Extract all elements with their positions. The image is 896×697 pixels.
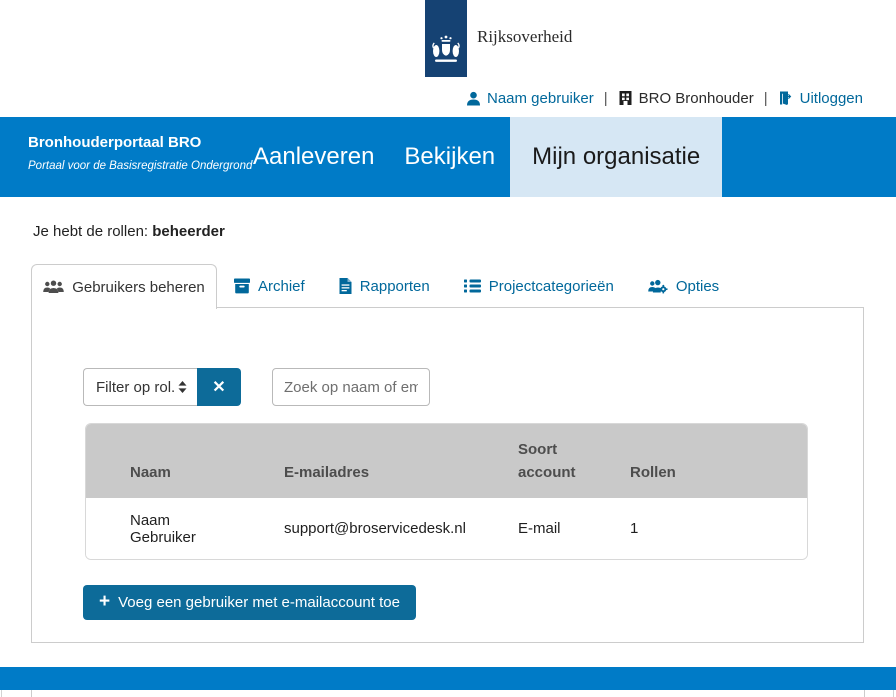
roles-value: beheerder: [152, 223, 225, 240]
tab-rapporten[interactable]: Rapporten: [337, 264, 432, 308]
organisation-indicator: BRO Bronhouder: [618, 90, 754, 107]
archive-icon: [234, 278, 250, 294]
tab-label: Opties: [676, 278, 719, 295]
role-filter-label: Filter op rol.: [96, 379, 175, 396]
separator: |: [761, 90, 771, 107]
primary-navbar: Bronhouderportaal BRO Portaal voor de Ba…: [0, 117, 896, 197]
tab-label: Projectcategorieën: [489, 278, 614, 295]
cell-soort-account: E-mail: [470, 520, 583, 537]
cell-naam: Naam Gebruiker: [86, 512, 236, 546]
site-header: Rijksoverheid Naam gebruiker | B: [0, 0, 896, 117]
footer-bar: [0, 667, 896, 690]
column-header-soort-account: Soort account: [470, 424, 583, 498]
tab-gebruikers-beheren[interactable]: Gebruikers beheren: [31, 264, 217, 309]
primary-nav-items: Aanleveren Bekijken Mijn organisatie: [238, 117, 722, 197]
tab-archief[interactable]: Archief: [232, 264, 307, 308]
bronhouderportaal-page: Rijksoverheid Naam gebruiker | B: [0, 0, 896, 697]
users-gear-icon: [648, 279, 668, 294]
footer-panel: [31, 690, 865, 697]
person-icon: [466, 91, 481, 106]
report-icon: [339, 278, 352, 294]
users-table-header: Naam E-mailadres Soort account Rollen: [86, 424, 807, 498]
add-user-button-label: Voeg een gebruiker met e-mailaccount toe: [118, 594, 400, 611]
cell-rollen: 1: [583, 520, 807, 537]
sort-updown-icon: [178, 381, 187, 393]
tab-opties[interactable]: Opties: [646, 264, 721, 308]
roles-prefix: Je hebt de rollen:: [33, 223, 152, 240]
organisation-label: BRO Bronhouder: [639, 90, 754, 107]
tab-panel: Filter op rol. ✕ Naam E-mailadres Soort …: [31, 307, 864, 643]
main-content: Je hebt de rollen: beheerder Gebruikers …: [0, 197, 896, 667]
logout-link[interactable]: Uitloggen: [778, 90, 863, 107]
current-user-label: Naam gebruiker: [487, 90, 594, 107]
nav-item-aanleveren[interactable]: Aanleveren: [238, 117, 389, 197]
nav-item-mijn-organisatie[interactable]: Mijn organisatie: [510, 117, 722, 197]
tab-label: Archief: [258, 278, 305, 295]
coat-of-arms-icon: [431, 34, 461, 70]
building-icon: [618, 90, 633, 106]
column-header-rollen: Rollen: [583, 424, 807, 498]
tab-label: Rapporten: [360, 278, 430, 295]
clear-filter-button[interactable]: ✕: [197, 368, 241, 406]
brand-subtitle: Portaal voor de Basisregistratie Ondergr…: [28, 160, 252, 172]
add-user-button[interactable]: + Voeg een gebruiker met e-mailaccount t…: [83, 585, 416, 620]
column-header-emailadres: E-mailadres: [236, 424, 470, 498]
brand: Bronhouderportaal BRO Portaal voor de Ba…: [28, 134, 252, 172]
cell-emailadres: support@broservicedesk.nl: [236, 520, 470, 537]
users-icon: [43, 280, 64, 294]
brand-title: Bronhouderportaal BRO: [28, 134, 252, 151]
rijksoverheid-logo: [425, 0, 467, 77]
tab-label: Gebruikers beheren: [72, 279, 205, 296]
nav-item-bekijken[interactable]: Bekijken: [389, 117, 510, 197]
logout-icon: [778, 90, 794, 106]
list-icon: [464, 279, 481, 293]
column-header-naam: Naam: [86, 424, 236, 498]
current-user-link[interactable]: Naam gebruiker: [466, 90, 594, 107]
separator: |: [601, 90, 611, 107]
tab-projectcategorieen[interactable]: Projectcategorieën: [462, 264, 616, 308]
tabstrip: Gebruikers beheren Archief: [31, 264, 721, 308]
role-filter-select[interactable]: Filter op rol.: [83, 368, 197, 406]
search-input[interactable]: [272, 368, 430, 406]
logout-label: Uitloggen: [800, 90, 863, 107]
roles-line: Je hebt de rollen: beheerder: [33, 223, 225, 240]
table-row[interactable]: Naam Gebruiker support@broservicedesk.nl…: [86, 498, 807, 559]
plus-icon: +: [99, 592, 110, 611]
filter-row: Filter op rol. ✕: [83, 368, 430, 406]
close-icon: ✕: [212, 377, 225, 397]
logo-wordmark: Rijksoverheid: [477, 27, 572, 47]
user-bar: Naam gebruiker | BRO Bronhouder |: [466, 85, 863, 111]
users-table: Naam E-mailadres Soort account Rollen Na…: [85, 423, 808, 560]
